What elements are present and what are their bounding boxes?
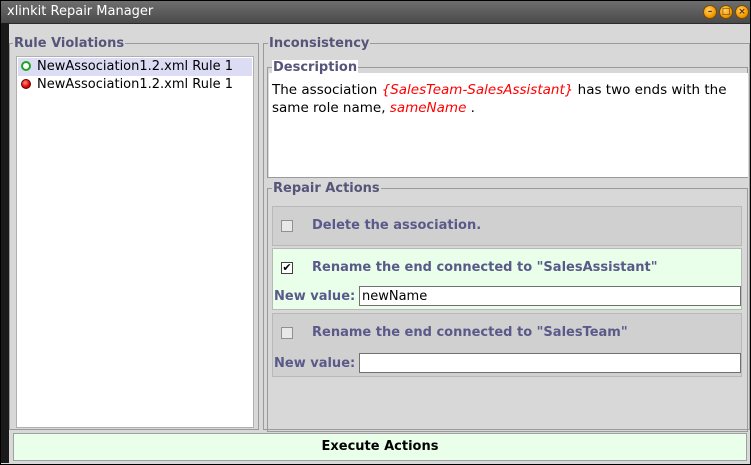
rename-salesteam-checkbox[interactable] bbox=[281, 327, 293, 339]
close-icon[interactable]: × bbox=[735, 5, 749, 19]
rule-violations-legend: Rule Violations bbox=[13, 36, 126, 51]
minimize-icon[interactable]: – bbox=[703, 5, 717, 19]
repair-action-rename-salesassistant: ✔ Rename the end connected to "SalesAssi… bbox=[272, 248, 742, 310]
delete-association-checkbox[interactable] bbox=[281, 220, 293, 232]
description-legend: Description bbox=[272, 60, 359, 75]
repair-action-delete: Delete the association. bbox=[272, 206, 742, 246]
new-value-label: New value: bbox=[274, 289, 356, 304]
violation-label: NewAssociation1.2.xml Rule 1 bbox=[37, 77, 233, 92]
violation-label: NewAssociation1.2.xml Rule 1 bbox=[37, 59, 233, 74]
association-name-highlight: {SalesTeam-SalesAssistant} bbox=[381, 82, 574, 98]
repair-action-rename-salesteam: Rename the end connected to "SalesTeam" … bbox=[272, 313, 742, 377]
title-bar[interactable]: xlinkit Repair Manager – □ × bbox=[1, 1, 750, 24]
window-frame-edge bbox=[1, 23, 9, 463]
new-value-input[interactable] bbox=[359, 286, 741, 306]
role-name-highlight: sameName bbox=[389, 100, 467, 116]
rule-violations-list[interactable]: NewAssociation1.2.xml Rule 1 NewAssociat… bbox=[16, 56, 254, 428]
new-value-input[interactable] bbox=[359, 353, 741, 373]
new-value-label: New value: bbox=[274, 356, 356, 371]
repair-action-label: Delete the association. bbox=[312, 218, 482, 233]
status-ok-icon bbox=[21, 61, 31, 71]
list-item[interactable]: NewAssociation1.2.xml Rule 1 bbox=[18, 76, 252, 94]
description-text: The association {SalesTeam-SalesAssistan… bbox=[272, 81, 742, 117]
repair-actions-legend: Repair Actions bbox=[272, 181, 381, 196]
maximize-icon[interactable]: □ bbox=[719, 5, 733, 19]
list-item[interactable]: NewAssociation1.2.xml Rule 1 bbox=[18, 58, 252, 76]
window-title: xlinkit Repair Manager bbox=[7, 4, 154, 19]
description-text-part: . bbox=[466, 100, 475, 116]
inconsistency-legend: Inconsistency bbox=[268, 36, 371, 51]
description-text-part: The association bbox=[272, 82, 382, 98]
status-error-icon bbox=[21, 79, 31, 89]
execute-actions-button[interactable]: Execute Actions bbox=[13, 433, 747, 461]
repair-action-label: Rename the end connected to "SalesTeam" bbox=[312, 325, 628, 340]
repair-action-label: Rename the end connected to "SalesAssist… bbox=[312, 260, 658, 275]
rename-salesassistant-checkbox[interactable]: ✔ bbox=[281, 262, 293, 274]
